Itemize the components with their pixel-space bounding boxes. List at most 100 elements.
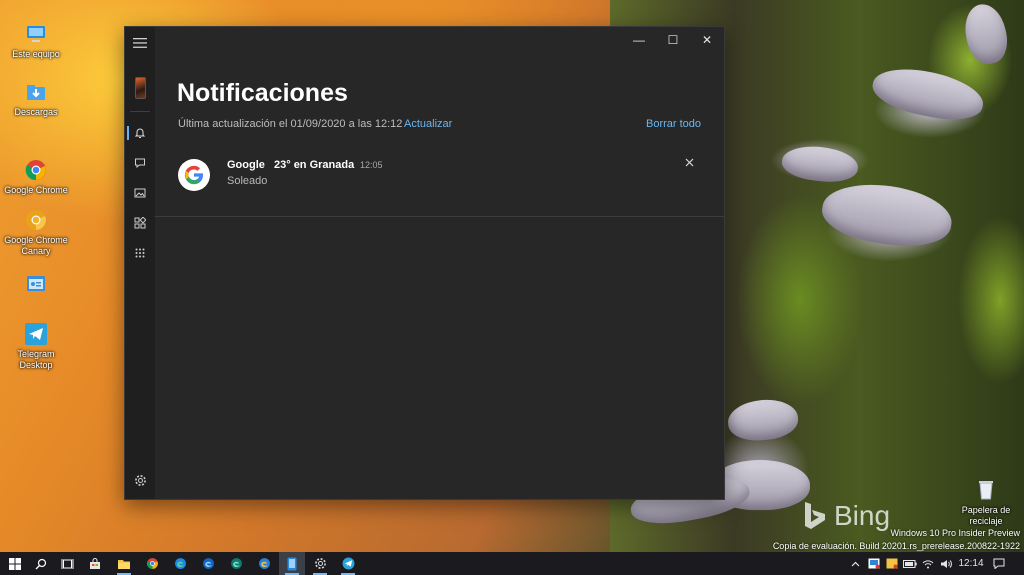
control-panel-icon — [24, 272, 48, 296]
grid-icon — [135, 248, 145, 258]
taskbar-telegram[interactable] — [335, 552, 361, 575]
taskbar-edge-dev[interactable] — [223, 552, 249, 575]
taskbar-file-explorer[interactable] — [111, 552, 137, 575]
phone-app-icon — [287, 557, 297, 570]
tray-overflow-button[interactable] — [848, 552, 862, 575]
action-center-button[interactable] — [988, 552, 1010, 575]
wallpaper-mushroom — [960, 0, 1012, 68]
chevron-up-icon — [851, 561, 859, 566]
phone-thumbnail-button[interactable] — [125, 75, 155, 101]
bell-icon — [134, 128, 146, 138]
watermark-line1: Windows 10 Pro Insider Preview — [890, 528, 1020, 538]
edge-icon — [174, 558, 186, 569]
chrome-canary-icon — [24, 208, 48, 232]
battery-icon — [903, 559, 917, 568]
tray-app-1[interactable] — [866, 552, 882, 575]
notification-app-name: Google — [227, 159, 265, 171]
close-icon — [685, 158, 693, 166]
desktop-icon-label: Google Chrome Canary — [4, 235, 68, 256]
network-button[interactable] — [920, 552, 936, 575]
volume-button[interactable] — [938, 552, 954, 575]
clock[interactable]: 12:14 — [956, 552, 986, 575]
taskbar-your-phone[interactable] — [279, 552, 305, 575]
last-updated-text: Última actualización el 01/09/2020 a las… — [178, 118, 403, 130]
telegram-icon — [24, 322, 48, 346]
gear-icon — [314, 558, 326, 569]
refresh-link[interactable]: Actualizar — [404, 118, 452, 130]
taskbar: 12:14 — [0, 552, 1024, 575]
edge-beta-icon — [202, 558, 214, 569]
notification-item[interactable]: Google 23° en Granada 12:05 Soleado — [155, 147, 724, 217]
sidebar — [125, 27, 155, 499]
watermark-line2: Copia de evaluación. Build 20201.rs_prer… — [772, 541, 1020, 551]
tray-app-icon — [886, 558, 898, 569]
wifi-icon — [922, 559, 934, 568]
wallpaper-mushroom — [818, 177, 956, 253]
clear-all-link[interactable]: Borrar todo — [646, 118, 701, 130]
wallpaper-mushroom — [780, 143, 860, 185]
sidebar-item-messages[interactable] — [125, 152, 155, 174]
desktop-icon-label: Descargas — [14, 107, 58, 117]
minimize-button[interactable]: — — [622, 27, 656, 53]
search-button[interactable] — [28, 552, 54, 575]
bing-wordmark: Bing — [834, 500, 891, 531]
desktop-icon-control-panel[interactable] — [0, 272, 72, 299]
desktop-icon-recycle-bin[interactable]: Papelera de reciclaje — [950, 478, 1022, 527]
desktop-icon-downloads[interactable]: Descargas — [0, 80, 72, 118]
tray-app-2[interactable] — [884, 552, 900, 575]
desktop-icon-telegram[interactable]: Telegram Desktop — [0, 322, 72, 371]
taskbar-store[interactable] — [82, 552, 108, 575]
recycle-bin-icon — [974, 478, 998, 502]
notification-center-icon — [993, 558, 1005, 569]
tray-app-icon — [868, 558, 880, 569]
sidebar-divider — [130, 111, 150, 112]
close-button[interactable]: ✕ — [690, 27, 724, 53]
search-icon — [35, 558, 47, 569]
wallpaper-mushroom — [726, 397, 800, 443]
desktop-icon-label: Este equipo — [12, 49, 60, 59]
chrome-icon — [24, 158, 48, 182]
apps-icon — [134, 217, 146, 229]
desktop-icon-this-pc[interactable]: Este equipo — [0, 22, 72, 60]
taskbar-edge-canary[interactable] — [251, 552, 277, 575]
taskbar-edge-beta[interactable] — [195, 552, 221, 575]
desktop-icon-label: Telegram Desktop — [17, 349, 55, 370]
sidebar-item-photos[interactable] — [125, 182, 155, 204]
dismiss-notification-button[interactable] — [681, 154, 697, 170]
hamburger-menu-button[interactable] — [125, 32, 155, 54]
speaker-icon — [941, 559, 952, 568]
hamburger-icon — [133, 38, 147, 48]
chat-icon — [135, 158, 145, 169]
taskbar-edge[interactable] — [167, 552, 193, 575]
bing-logo-icon — [803, 500, 827, 530]
folder-icon — [118, 559, 130, 569]
notifications-window: — ☐ ✕ Notificaciones Última actualizació… — [124, 26, 725, 500]
computer-icon — [24, 22, 48, 46]
maximize-button[interactable]: ☐ — [656, 27, 690, 53]
sidebar-item-notifications[interactable] — [125, 122, 155, 144]
edge-canary-icon — [258, 558, 270, 569]
page-title: Notificaciones — [177, 79, 348, 107]
google-icon — [178, 159, 210, 191]
taskbar-settings[interactable] — [307, 552, 333, 575]
settings-button[interactable] — [125, 469, 155, 491]
battery-button[interactable] — [902, 552, 918, 575]
notification-time: 12:05 — [360, 160, 383, 170]
wallpaper-mushroom — [868, 60, 988, 128]
task-view-button[interactable] — [54, 552, 80, 575]
notification-body: Soleado — [227, 175, 268, 187]
desktop-icon-chrome[interactable]: Google Chrome — [0, 158, 72, 196]
task-view-icon — [61, 558, 73, 569]
gear-icon — [134, 474, 146, 486]
edge-dev-icon — [230, 558, 242, 569]
notification-title: 23° en Granada — [274, 159, 355, 171]
start-button[interactable] — [2, 552, 28, 575]
store-icon — [90, 557, 100, 569]
desktop-icon-chrome-canary[interactable]: Google Chrome Canary — [0, 208, 72, 257]
phone-thumbnail — [134, 77, 146, 99]
sidebar-item-calls[interactable] — [125, 242, 155, 264]
desktop-icon-label: Google Chrome — [4, 185, 68, 195]
taskbar-chrome[interactable] — [139, 552, 165, 575]
sidebar-item-apps[interactable] — [125, 212, 155, 234]
downloads-folder-icon — [24, 80, 48, 104]
